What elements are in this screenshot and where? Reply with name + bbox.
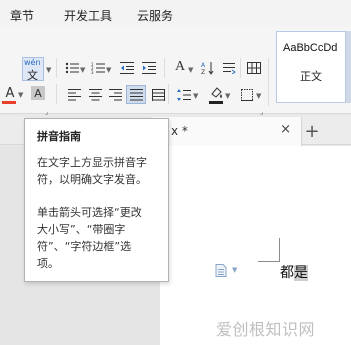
document-tab-title: x * <box>171 124 188 138</box>
paragraph-shading-icon[interactable] <box>208 85 224 101</box>
divider <box>268 58 269 106</box>
align-left-icon[interactable] <box>66 87 82 103</box>
tooltip-line: 项。 <box>37 257 59 270</box>
paragraph-group-launcher-icon[interactable]: ⌟ <box>260 108 263 116</box>
borders-dropdown-icon[interactable]: ▼ <box>256 92 261 100</box>
pinyin-char: 文 <box>27 69 38 82</box>
character-shading-icon[interactable]: A <box>31 86 45 100</box>
numbered-list-icon[interactable]: 123 <box>90 60 106 76</box>
tab-cloud-service[interactable]: 云服务 <box>137 7 173 24</box>
document-tab[interactable]: x * × <box>150 117 302 146</box>
document-text[interactable]: 都是 <box>280 262 308 282</box>
style-gallery-next[interactable] <box>346 31 351 103</box>
svg-text:A: A <box>201 62 206 69</box>
text-before: 都 <box>280 265 294 281</box>
svg-text:Z: Z <box>201 69 205 75</box>
tab-chapter[interactable]: 章节 <box>10 7 34 24</box>
divider <box>56 58 57 78</box>
paragraph-shading-bar <box>209 101 223 104</box>
numbering-dropdown-icon[interactable]: ▼ <box>106 66 111 74</box>
paragraph-layout-dropdown-icon[interactable]: ▼ <box>232 266 237 274</box>
font-color-label: A <box>5 85 15 101</box>
character-shading-label: A <box>34 86 42 100</box>
new-tab-icon[interactable]: + <box>303 118 321 144</box>
divider <box>240 58 241 78</box>
change-case-icon[interactable]: A <box>172 59 188 75</box>
ribbon-tab-bar: 章节 开发工具 云服务 <box>0 0 351 26</box>
bullet-dropdown-icon[interactable]: ▼ <box>80 66 85 74</box>
align-right-icon[interactable] <box>107 87 123 103</box>
style-normal[interactable]: AaBbCcDd 正文 <box>276 31 346 103</box>
paragraph-layout-icon[interactable] <box>215 264 227 277</box>
line-spacing-icon[interactable] <box>176 87 192 103</box>
decrease-indent-icon[interactable] <box>119 60 135 76</box>
margin-corner-mark <box>258 261 280 262</box>
tooltip-line: 单击箭头可选择“更改 <box>37 206 142 219</box>
tooltip-line: 大小写”、“带圈字 <box>37 223 126 236</box>
tab-developer-tools[interactable]: 开发工具 <box>64 7 112 24</box>
align-center-icon[interactable] <box>87 87 103 103</box>
close-icon[interactable]: × <box>280 122 291 137</box>
svg-text:3: 3 <box>91 70 94 74</box>
divider <box>56 84 57 104</box>
sort-icon[interactable]: AZ <box>200 60 216 76</box>
style-sample-text: AaBbCcDd <box>283 42 338 54</box>
change-case-dropdown-icon[interactable]: ▼ <box>188 66 193 74</box>
pinyin-guide-tooltip: 拼音指南 在文字上方显示拼音字 符，以明确文字发音。 单击箭头可选择“更改 大小… <box>24 118 169 282</box>
font-color-bar <box>2 101 16 104</box>
paragraph-shading-dropdown-icon[interactable]: ▼ <box>225 92 230 100</box>
paragraph-mark-icon[interactable] <box>222 60 238 76</box>
style-name: 正文 <box>300 70 322 83</box>
change-case-label: A <box>174 59 186 74</box>
line-spacing-dropdown-icon[interactable]: ▼ <box>193 92 198 100</box>
tooltip-line: 符，以明确文字发音。 <box>37 173 147 186</box>
borders-icon[interactable] <box>239 87 255 103</box>
tooltip-line: 在文字上方显示拼音字 <box>37 156 147 169</box>
watermark: 爱创根知识网 <box>216 320 316 339</box>
font-color-dropdown-icon[interactable]: ▼ <box>18 91 23 99</box>
font-color-icon[interactable]: A <box>2 85 18 101</box>
divider <box>164 58 165 78</box>
margin-corner-mark <box>279 238 280 262</box>
tooltip-line: 符”、“字符边框”选 <box>37 240 132 253</box>
pinyin-label: wén <box>24 58 41 67</box>
pinyin-guide-button[interactable]: wén 文 <box>22 57 44 82</box>
increase-indent-icon[interactable] <box>141 60 157 76</box>
font-group-launcher-icon[interactable]: ⌟ <box>45 108 48 116</box>
bullet-list-icon[interactable] <box>64 60 80 76</box>
justify-icon[interactable] <box>126 85 146 104</box>
divider <box>168 84 169 104</box>
pinyin-dropdown-icon[interactable]: ▼ <box>46 66 51 74</box>
tooltip-title: 拼音指南 <box>37 130 81 143</box>
selected-text: 是 <box>294 265 308 281</box>
distributed-align-icon[interactable] <box>150 87 166 103</box>
table-grid-icon[interactable] <box>246 60 262 76</box>
